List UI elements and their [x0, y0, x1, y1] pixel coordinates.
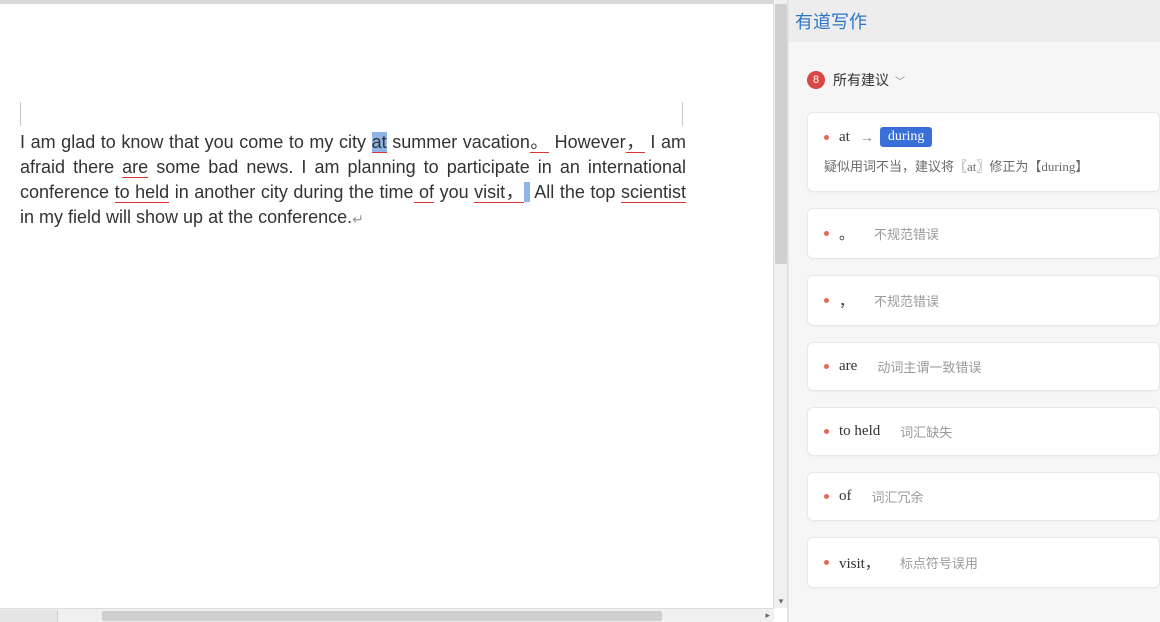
text: you	[434, 182, 474, 202]
text: All the top	[530, 182, 621, 202]
text: I am glad to know that you come to my ci…	[20, 132, 372, 152]
suggestion-detail: 疑似用词不当，建议将〖at〗修正为【during】	[824, 157, 1143, 177]
err-punct-dot[interactable]: 。	[530, 132, 549, 153]
suggestion-desc: 不规范错误	[874, 224, 939, 243]
horizontal-scrollbar[interactable]: ▸	[0, 608, 774, 622]
suggestion-key: ，	[839, 290, 854, 311]
document-text[interactable]: I am glad to know that you come to my ci…	[20, 130, 686, 231]
suggestion-count-badge: 8	[807, 71, 825, 89]
suggestion-key: at	[839, 129, 850, 146]
suggestion-row: at → during	[824, 127, 1143, 147]
dot-icon	[824, 494, 829, 499]
suggestion-row: 。 不规范错误	[824, 223, 1143, 244]
panel-header: 有道写作	[789, 0, 1160, 42]
err-visit[interactable]: visit，	[474, 182, 524, 203]
suggestion-row: are 动词主谓一致错误	[824, 357, 1143, 376]
page-top-margin	[0, 4, 773, 108]
suggestion-card[interactable]: visit， 标点符号误用	[807, 537, 1160, 588]
text: summer vacation	[387, 132, 530, 152]
err-at[interactable]: at	[372, 132, 387, 153]
suggestion-replacement[interactable]: during	[880, 127, 933, 147]
suggestion-desc: 词汇缺失	[900, 422, 952, 441]
suggestion-card[interactable]: 。 不规范错误	[807, 208, 1160, 259]
editor-pane: I am glad to know that you come to my ci…	[0, 0, 788, 622]
suggestion-card-expanded[interactable]: at → during 疑似用词不当，建议将〖at〗修正为【during】	[807, 112, 1160, 192]
dot-icon	[824, 560, 829, 565]
panel-body: 8 所有建议 ﹀ at → during 疑似用词不当，建议将〖at〗修正为【d…	[789, 42, 1160, 622]
err-punct-comma[interactable]: ，	[626, 132, 645, 153]
suggestion-desc: 词汇冗余	[872, 487, 924, 506]
vertical-scrollbar-thumb[interactable]	[775, 4, 787, 264]
dot-icon	[824, 429, 829, 434]
suggestions-panel: 有道写作 8 所有建议 ﹀ at → during 疑似用词不当，建议将〖at〗…	[788, 0, 1160, 622]
suggestion-card[interactable]: of 词汇冗余	[807, 472, 1160, 521]
suggestion-key: to held	[839, 423, 880, 440]
suggestion-key: 。	[839, 223, 854, 244]
text: in another city during the time	[169, 182, 413, 202]
suggestion-desc: 标点符号误用	[900, 553, 978, 572]
err-of[interactable]: of	[414, 182, 435, 203]
suggestion-row: visit， 标点符号误用	[824, 552, 1143, 573]
scroll-down-icon[interactable]: ▾	[776, 596, 786, 606]
suggestion-key: are	[839, 358, 857, 375]
all-suggestions-toggle[interactable]: 8 所有建议 ﹀	[807, 70, 1160, 90]
suggestion-card[interactable]: are 动词主谓一致错误	[807, 342, 1160, 391]
suggestion-row: of 词汇冗余	[824, 487, 1143, 506]
suggestion-desc: 动词主谓一致错误	[877, 357, 981, 376]
suggestion-card[interactable]: ， 不规范错误	[807, 275, 1160, 326]
suggestion-row: ， 不规范错误	[824, 290, 1143, 311]
arrow-right-icon: →	[860, 129, 874, 145]
suggestion-card[interactable]: to held 词汇缺失	[807, 407, 1160, 456]
dot-icon	[824, 135, 829, 140]
suggestion-key: visit，	[839, 552, 880, 573]
suggestion-desc: 不规范错误	[874, 291, 939, 310]
vertical-scrollbar[interactable]: ▾	[773, 0, 787, 608]
dot-icon	[824, 364, 829, 369]
all-suggestions-label: 所有建议	[833, 70, 889, 90]
dot-icon	[824, 231, 829, 236]
err-are[interactable]: are	[122, 157, 148, 178]
text: However	[549, 132, 626, 152]
paragraph-mark-icon: ↵	[352, 211, 364, 227]
chevron-down-icon: ﹀	[895, 73, 905, 88]
suggestion-key: of	[839, 488, 852, 505]
text: in my field will show up at the conferen…	[20, 207, 352, 227]
err-scientist[interactable]: scientist	[621, 182, 686, 203]
dot-icon	[824, 298, 829, 303]
panel-title: 有道写作	[795, 8, 867, 34]
scroll-right-icon[interactable]: ▸	[765, 610, 770, 621]
suggestion-row: to held 词汇缺失	[824, 422, 1143, 441]
hscroll-left-box[interactable]	[0, 610, 58, 622]
horizontal-scrollbar-thumb[interactable]	[102, 611, 662, 621]
err-toheld[interactable]: to held	[115, 182, 170, 203]
